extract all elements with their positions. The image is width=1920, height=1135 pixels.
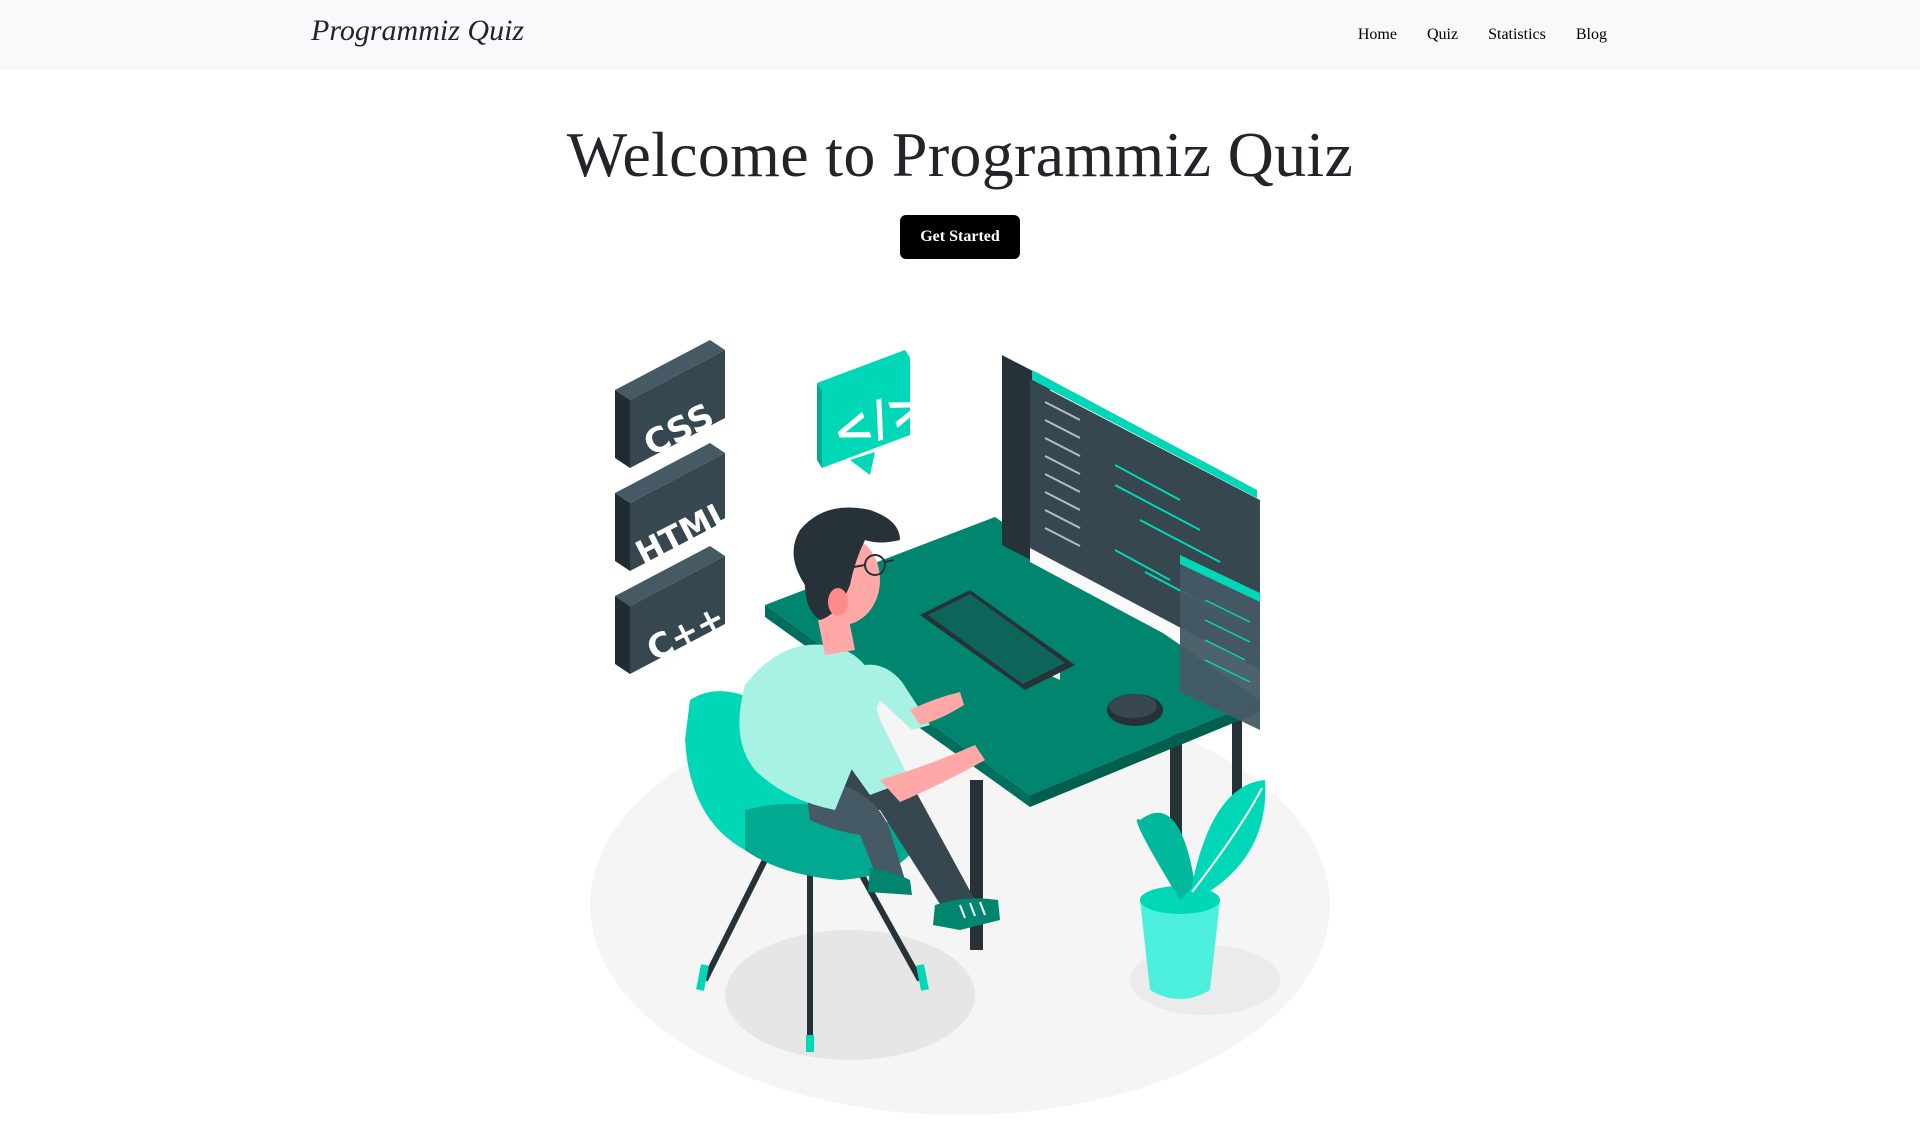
nav-link-blog[interactable]: Blog — [1561, 0, 1609, 70]
mouse-icon — [1107, 694, 1163, 726]
get-started-button[interactable]: Get Started — [900, 215, 1020, 259]
nav-link-quiz[interactable]: Quiz — [1412, 0, 1473, 70]
hero-title: Welcome to Programmiz Quiz — [566, 119, 1354, 190]
navbar: Programmiz Quiz Home Quiz Statistics Blo… — [0, 0, 1920, 70]
brand-logo[interactable]: Programmiz Quiz — [311, 14, 524, 48]
chair-shadow — [725, 930, 975, 1060]
nav-link-statistics[interactable]: Statistics — [1473, 0, 1561, 70]
nav-link-home[interactable]: Home — [1343, 0, 1412, 70]
nav-links: Home Quiz Statistics Blog — [1343, 0, 1609, 70]
developer-illustration: CSS HTML C++ </> — [590, 340, 1330, 1115]
code-bubble-icon: </> — [817, 350, 935, 475]
